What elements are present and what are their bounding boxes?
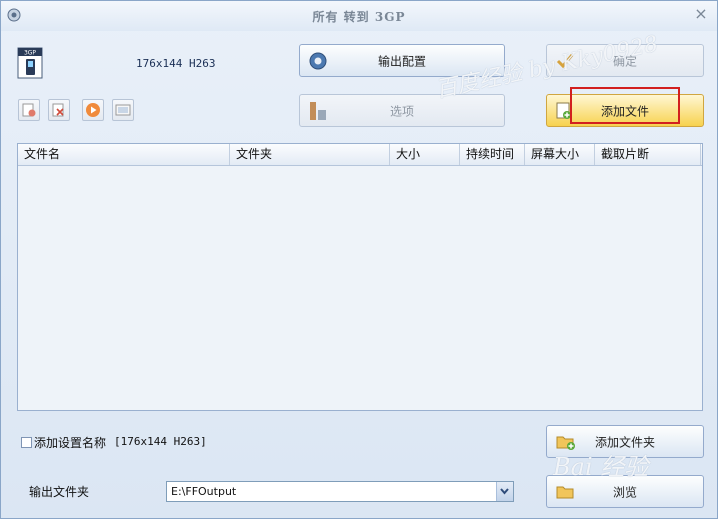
add-setting-name-checkbox[interactable] <box>21 437 32 448</box>
remove-file-button[interactable] <box>18 99 40 121</box>
column-header-filename[interactable]: 文件名 <box>18 144 230 165</box>
3gp-icon-label: 3GP <box>24 50 36 57</box>
column-header-size[interactable]: 大小 <box>390 144 460 165</box>
remove-icon <box>22 103 36 117</box>
options-button[interactable]: 选项 <box>299 94 505 127</box>
output-folder-label: 输出文件夹 <box>29 485 90 499</box>
file-list-table[interactable]: 文件名 文件夹 大小 持续时间 屏幕大小 截取片断 <box>17 143 703 411</box>
confirm-button[interactable]: 确定 <box>546 44 704 77</box>
main-window: 所有 转到 3GP × 3GP 176x144 H263 输出配置 确定 选项 … <box>0 0 718 519</box>
3gp-format-icon: 3GP <box>17 47 43 79</box>
output-config-button[interactable]: 输出配置 <box>299 44 505 77</box>
browse-label: 浏览 <box>612 485 637 499</box>
output-config-label: 输出配置 <box>377 54 426 68</box>
format-description: 176x144 H263 <box>136 57 216 70</box>
title-bar: 所有 转到 3GP × <box>1 1 717 31</box>
window-title: 所有 转到 3GP <box>312 10 406 24</box>
confirm-label: 确定 <box>612 54 637 68</box>
column-header-folder[interactable]: 文件夹 <box>230 144 390 165</box>
add-setting-name-label: 添加设置名称 <box>34 436 107 450</box>
play-icon <box>86 103 100 117</box>
add-file-label: 添加文件 <box>600 104 649 118</box>
preview-icon <box>115 104 131 116</box>
close-icon[interactable]: × <box>693 6 709 22</box>
column-header-screen-size[interactable]: 屏幕大小 <box>525 144 595 165</box>
column-header-duration[interactable]: 持续时间 <box>460 144 525 165</box>
table-header: 文件名 文件夹 大小 持续时间 屏幕大小 截取片断 <box>18 144 702 166</box>
play-button[interactable] <box>82 99 104 121</box>
add-folder-button[interactable]: 添加文件夹 <box>546 425 704 458</box>
dropdown-arrow-icon[interactable] <box>496 482 513 501</box>
clear-icon <box>52 103 64 117</box>
preview-button[interactable] <box>112 99 134 121</box>
add-file-button[interactable]: 添加文件 <box>546 94 704 127</box>
clear-list-button[interactable] <box>48 99 70 121</box>
column-header-clip[interactable]: 截取片断 <box>595 144 701 165</box>
add-folder-label: 添加文件夹 <box>594 435 655 449</box>
setting-name-value: [176x144 H263] <box>114 435 207 448</box>
options-label: 选项 <box>389 104 414 118</box>
output-folder-combo[interactable]: E:\FFOutput <box>166 481 514 502</box>
browse-button[interactable]: 浏览 <box>546 475 704 508</box>
output-folder-value: E:\FFOutput <box>171 485 237 498</box>
